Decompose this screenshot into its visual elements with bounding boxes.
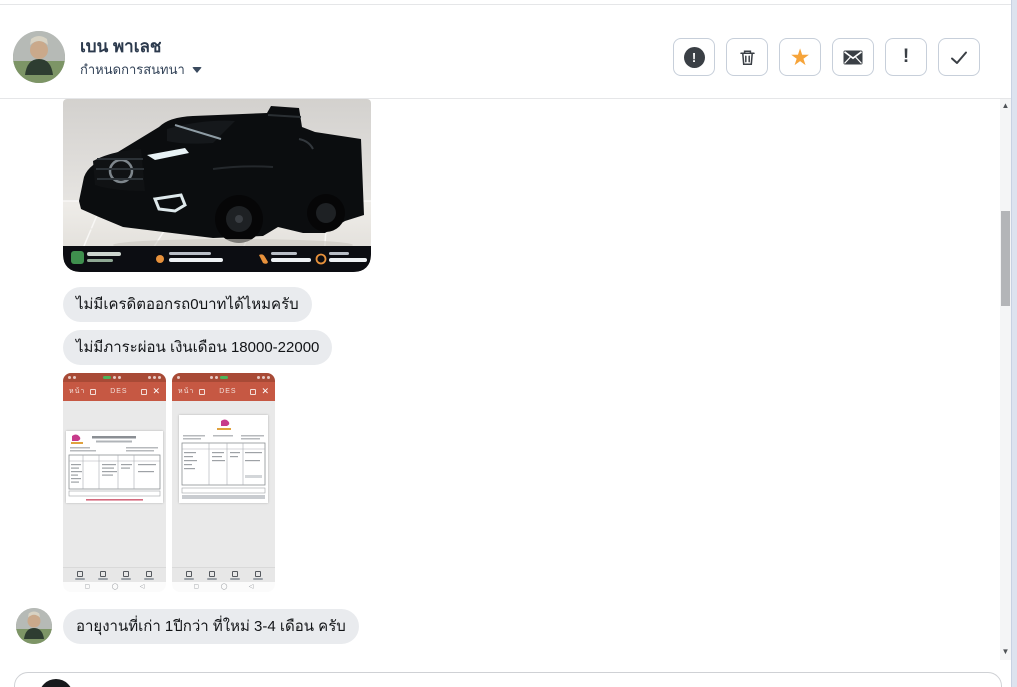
report-button[interactable]: ! [673,38,715,76]
car-photo-attachment[interactable] [63,99,371,272]
document-toolbar [63,567,166,582]
message-list: ไม่มีเครดิตออกรถ0บาทได้ไหมครับ ไม่มีภาระ… [0,99,1000,659]
scroll-up-arrow[interactable]: ▲ [1000,99,1011,112]
message-bubble: ไม่มีเครดิตออกรถ0บาทได้ไหมครับ [63,287,312,322]
scheduling-label: กำหนดการสนทนา [80,62,185,77]
contact-avatar[interactable] [13,31,65,83]
delete-button[interactable] [726,38,768,76]
document-app-bar: หน้า DES ✕ [63,382,166,401]
document-viewer [172,401,275,567]
message-avatar [16,608,52,644]
share-icon [75,570,86,580]
mark-done-button[interactable] [938,38,980,76]
contact-name: เบน พาเลช [80,37,162,56]
export-icon [120,570,131,580]
star-icon: ★ [789,43,811,70]
scrollbar-thumb[interactable] [1001,211,1010,306]
reply-composer[interactable] [14,672,1002,687]
payslip-page [179,415,268,503]
print-icon [143,570,154,580]
person-photo [13,31,65,83]
payslip-screenshot-1[interactable]: หน้า DES ✕ ▢ ◯ ◁ [63,373,166,592]
home-icon: ◯ [220,584,228,590]
android-nav-bar: ▢ ◯ ◁ [172,582,275,592]
close-icon: ✕ [152,386,161,396]
scheduling-dropdown[interactable]: กำหนดการสนทนา [80,59,202,80]
mark-unread-button[interactable] [832,38,874,76]
print-icon [252,570,263,580]
edit-icon [141,388,148,395]
export-icon [229,570,240,580]
messenger-inbox-panel: เบน พาเลช กำหนดการสนทนา ! ★ ! ไม่มีเครดิ… [0,0,1017,687]
android-nav-bar: ▢ ◯ ◁ [63,582,166,592]
trash-icon [739,49,755,65]
report-icon: ! [683,46,705,68]
chevron-down-icon [191,66,202,73]
document-viewer [63,401,166,567]
share-icon [184,570,195,580]
back-icon: ◁ [139,584,145,590]
page-avatar [39,679,73,687]
person-photo [16,608,52,644]
battery-icon [103,376,111,379]
scroll-down-arrow[interactable]: ▼ [1000,645,1011,658]
thread-scrollbar: ▲ ▼ [1000,99,1011,660]
close-icon: ✕ [261,386,270,396]
document-toolbar [172,567,275,582]
conversation-header: เบน พาเลช กำหนดการสนทนา ! ★ ! [0,5,1011,98]
grid-icon [90,388,97,395]
payslip-screenshot-2[interactable]: หน้า DES ✕ ▢ ◯ ◁ [172,373,275,592]
home-icon: ◯ [111,584,119,590]
back-icon: ◁ [248,584,254,590]
battery-icon [219,376,228,379]
message-bubble: อายุงานที่เก่า 1ปีกว่า ที่ใหม่ 3-4 เดือน… [63,609,359,644]
envelope-icon [843,50,863,64]
exclamation-icon: ! [902,46,910,67]
phone-status-bar [172,373,275,382]
grid-icon [199,388,206,395]
document-app-bar: หน้า DES ✕ [172,382,275,401]
comment-icon [207,570,218,580]
check-icon [951,51,967,64]
recents-icon: ▢ [84,584,91,590]
pickup-truck-image [63,99,371,272]
edit-icon [250,388,257,395]
phone-status-bar [63,373,166,382]
right-panel-edge [1011,0,1017,687]
message-bubble: ไม่มีภาระผ่อน เงินเดือน 18000-22000 [63,330,333,365]
conversation-actions: ! ★ ! [673,38,980,76]
follow-up-button[interactable]: ★ [779,38,821,76]
comment-icon [98,570,109,580]
recents-icon: ▢ [193,584,200,590]
mark-important-button[interactable]: ! [885,38,927,76]
payslip-page [66,431,163,503]
photo-attachments: หน้า DES ✕ ▢ ◯ ◁ หน้า DES ✕ ▢ ◯ ◁ [63,373,275,592]
